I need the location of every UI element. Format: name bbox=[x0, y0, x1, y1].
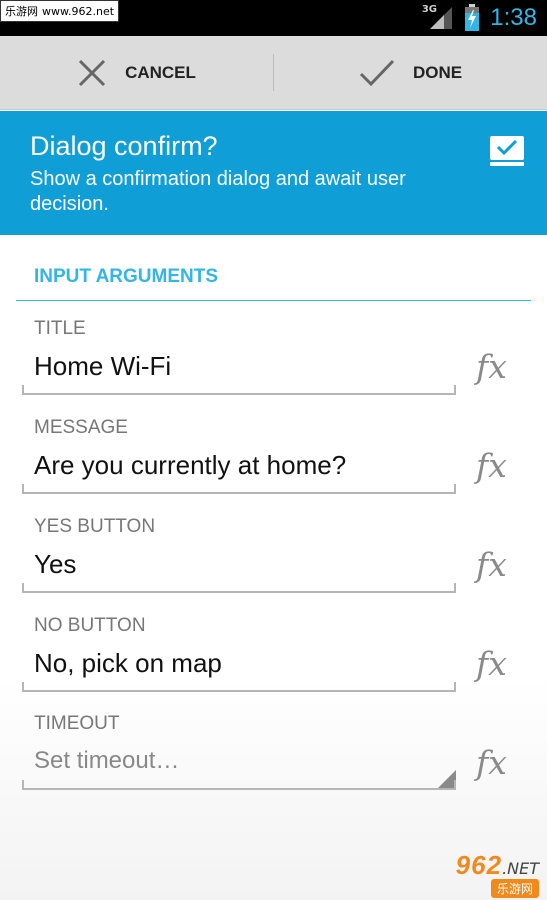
clock: 1:38 bbox=[490, 4, 537, 31]
field-label: NO BUTTON bbox=[34, 615, 146, 636]
yes-button-input[interactable]: Yes bbox=[34, 548, 456, 580]
watermark-site-cn: 乐游网 bbox=[490, 879, 539, 898]
battery-charging-icon bbox=[465, 4, 480, 31]
function-fx-icon[interactable]: fx bbox=[476, 545, 516, 585]
watermark-number: 962 bbox=[455, 850, 503, 880]
action-bar: CANCEL DONE bbox=[0, 36, 547, 110]
status-bar: 乐游网 www.962.net 3G 1:38 bbox=[0, 0, 547, 36]
watermark-top: 乐游网 www.962.net bbox=[0, 0, 120, 22]
field-label: MESSAGE bbox=[34, 417, 128, 438]
signal-icon bbox=[430, 7, 453, 29]
function-fx-icon[interactable]: fx bbox=[476, 446, 516, 486]
function-fx-icon[interactable]: fx bbox=[476, 347, 516, 387]
input-underline bbox=[22, 484, 456, 494]
spinner-arrow-icon bbox=[438, 770, 456, 788]
check-icon bbox=[359, 59, 395, 86]
section-title: INPUT ARGUMENTS bbox=[34, 266, 219, 287]
timeout-spinner[interactable]: Set timeout… bbox=[34, 745, 456, 777]
field-yes-button: YES BUTTON Yes bbox=[22, 516, 456, 593]
header-title: Dialog confirm? bbox=[30, 131, 218, 161]
input-underline bbox=[22, 682, 456, 692]
watermark-bottom: 962.NET 乐游网 bbox=[409, 850, 539, 898]
input-underline bbox=[22, 385, 456, 395]
done-button[interactable]: DONE bbox=[274, 36, 547, 109]
input-underline bbox=[22, 583, 456, 593]
cancel-button[interactable]: CANCEL bbox=[0, 36, 273, 109]
title-input[interactable]: Home Wi-Fi bbox=[34, 350, 456, 382]
no-button-input[interactable]: No, pick on map bbox=[34, 647, 456, 679]
cancel-label: CANCEL bbox=[125, 62, 196, 82]
header-subtitle: Show a confirmation dialog and await use… bbox=[30, 168, 406, 215]
close-icon bbox=[79, 59, 106, 86]
field-title: TITLE Home Wi-Fi bbox=[22, 318, 456, 395]
done-label: DONE bbox=[412, 62, 463, 82]
section-divider bbox=[16, 300, 531, 301]
field-message: MESSAGE Are you currently at home? bbox=[22, 417, 456, 494]
field-timeout: TIMEOUT Set timeout… bbox=[22, 713, 456, 790]
field-label: YES BUTTON bbox=[34, 516, 156, 537]
field-label: TITLE bbox=[34, 318, 86, 339]
watermark-site: 乐游网 bbox=[5, 5, 38, 18]
function-fx-icon[interactable]: fx bbox=[476, 644, 516, 684]
message-input[interactable]: Are you currently at home? bbox=[34, 449, 456, 481]
enabled-checkbox[interactable] bbox=[489, 135, 525, 169]
field-no-button: NO BUTTON No, pick on map bbox=[22, 615, 456, 692]
action-header: Dialog confirm? Show a confirmation dial… bbox=[0, 111, 547, 235]
field-label: TIMEOUT bbox=[34, 713, 120, 734]
watermark-url: www.962.net bbox=[42, 5, 115, 18]
watermark-suffix: .NET bbox=[502, 859, 539, 878]
input-underline bbox=[22, 770, 456, 790]
function-fx-icon[interactable]: fx bbox=[476, 743, 516, 783]
